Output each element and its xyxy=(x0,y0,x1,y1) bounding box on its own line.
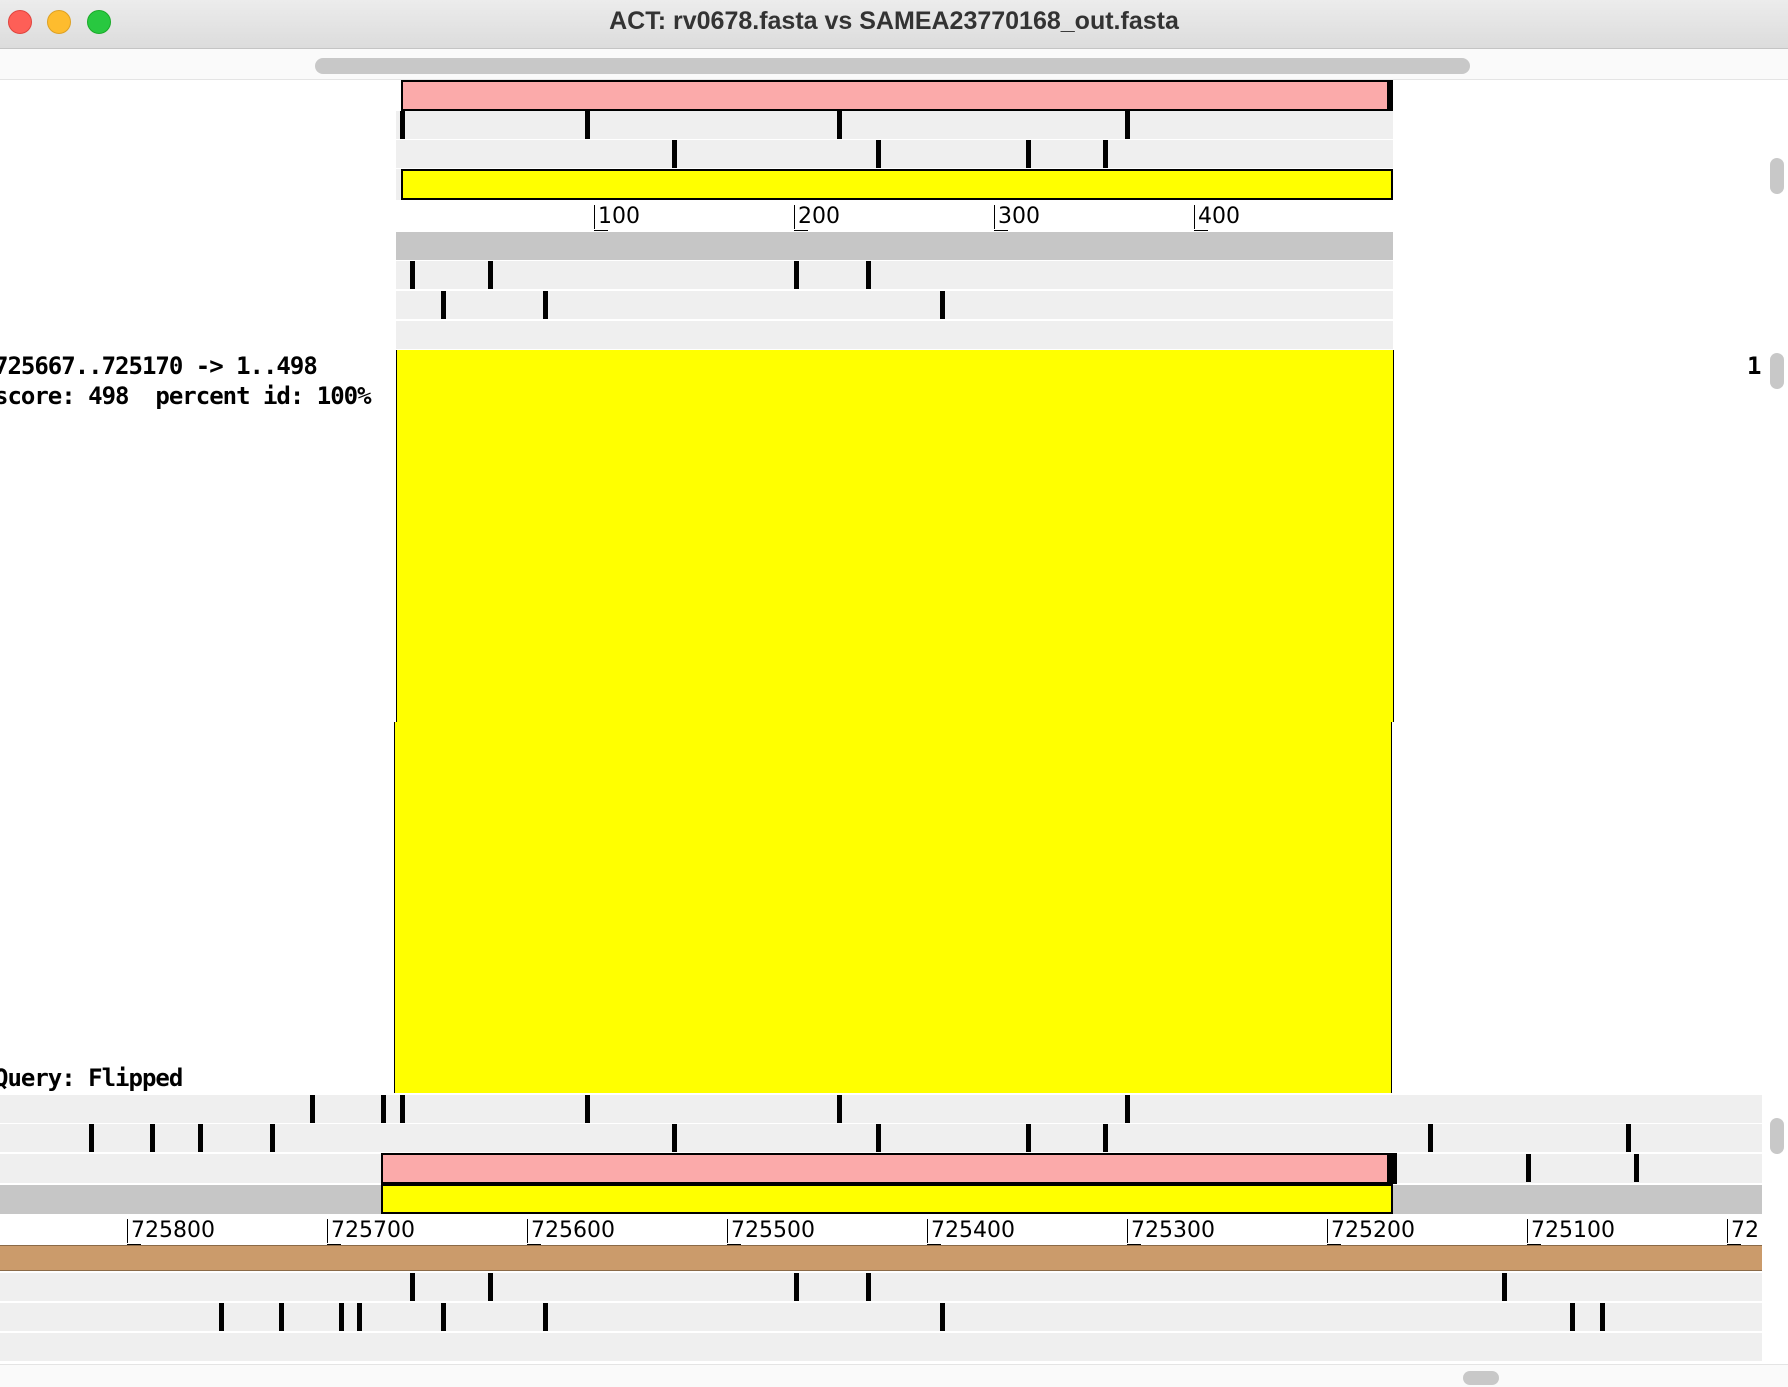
stop-codon-mark xyxy=(410,261,415,289)
bottom-frame-track-2 xyxy=(0,1124,1762,1152)
stop-codon-mark xyxy=(1026,1124,1031,1152)
stop-codon-mark xyxy=(1570,1303,1575,1331)
stop-codon-mark xyxy=(1626,1124,1631,1152)
stop-codon-mark xyxy=(1103,140,1108,168)
stop-codon-mark xyxy=(441,291,446,319)
ruler-tick-label: 725800 xyxy=(127,1219,215,1245)
top-dna-track xyxy=(396,232,1393,260)
ruler-tick-label: 725500 xyxy=(727,1219,815,1245)
ruler-tick-label: 725300 xyxy=(1127,1219,1215,1245)
bottom-vertical-scroll-thumb[interactable] xyxy=(1770,1118,1784,1154)
bottom-reverse-frame-track-1 xyxy=(0,1273,1762,1301)
match-score: score: 498 percent id: 100% xyxy=(0,382,372,410)
ruler-tick-label: 400 xyxy=(1194,205,1240,231)
match-block[interactable] xyxy=(394,722,1391,1093)
stop-codon-mark xyxy=(1428,1124,1433,1152)
match-edge xyxy=(394,722,395,1093)
stop-codon-mark xyxy=(310,1095,315,1123)
stop-codon-mark xyxy=(940,291,945,319)
stop-codon-mark xyxy=(672,1124,677,1152)
ruler-tick-label: 300 xyxy=(994,205,1040,231)
bottom-reverse-frame-track-2 xyxy=(0,1303,1762,1331)
stop-codon-mark xyxy=(672,140,677,168)
window-title: ACT: rv0678.fasta vs SAMEA23770168_out.f… xyxy=(609,7,1179,35)
stop-codon-mark xyxy=(89,1124,94,1152)
bottom-match-feature[interactable] xyxy=(381,1184,1393,1214)
stop-codon-mark xyxy=(441,1303,446,1331)
stop-codon-mark xyxy=(381,1095,386,1123)
match-edge xyxy=(1391,722,1392,1093)
top-match-feature[interactable] xyxy=(401,169,1393,200)
top-vertical-scroll-thumb[interactable] xyxy=(1770,158,1784,194)
match-edge xyxy=(396,350,397,722)
bottom-reverse-frame-track-3 xyxy=(0,1333,1762,1361)
stop-codon-mark xyxy=(1502,1273,1507,1301)
stop-codon-mark xyxy=(198,1124,203,1152)
match-block[interactable] xyxy=(396,350,1393,722)
top-horizontal-scroll-thumb[interactable] xyxy=(315,58,1470,74)
stop-codon-mark xyxy=(1600,1303,1605,1331)
stop-codon-mark xyxy=(585,111,590,139)
sequence-bar[interactable] xyxy=(0,1245,1762,1271)
stop-codon-mark xyxy=(488,1273,493,1301)
stop-codon-mark xyxy=(876,140,881,168)
top-cds-end-marker xyxy=(1387,80,1393,111)
ruler-tick-label: 100 xyxy=(594,205,640,231)
ruler-tick-label: 725400 xyxy=(927,1219,1015,1245)
stop-codon-mark xyxy=(794,261,799,289)
ruler-tick-label: 725700 xyxy=(327,1219,415,1245)
top-cds-feature[interactable] xyxy=(401,80,1393,111)
stop-codon-mark xyxy=(837,1095,842,1123)
stop-codon-mark xyxy=(940,1303,945,1331)
stop-codon-mark xyxy=(1125,1095,1130,1123)
bottom-frame-track-1 xyxy=(0,1095,1762,1123)
ruler-tick-label: 725600 xyxy=(527,1219,615,1245)
stop-codon-mark xyxy=(794,1273,799,1301)
bottom-cds-feature[interactable] xyxy=(381,1153,1394,1184)
stop-codon-mark xyxy=(357,1303,362,1331)
match-coordinates: 725667..725170 -> 1..498 xyxy=(0,352,318,380)
stop-codon-mark xyxy=(1026,140,1031,168)
match-edge xyxy=(1393,350,1394,722)
bottom-cds-end-marker xyxy=(1387,1153,1397,1184)
stop-codon-mark xyxy=(1125,111,1130,139)
stop-codon-mark xyxy=(150,1124,155,1152)
stop-codon-mark xyxy=(543,1303,548,1331)
right-marker: 1 xyxy=(1747,352,1761,380)
stop-codon-mark xyxy=(410,1273,415,1301)
stop-codon-mark xyxy=(339,1303,344,1331)
stop-codon-mark xyxy=(876,1124,881,1152)
stop-codon-mark xyxy=(837,111,842,139)
ruler-tick-label: 200 xyxy=(794,205,840,231)
top-reverse-frame-track-1 xyxy=(396,261,1393,289)
stop-codon-mark xyxy=(585,1095,590,1123)
stop-codon-mark xyxy=(866,1273,871,1301)
stop-codon-mark xyxy=(543,291,548,319)
ruler-tick-label: 725100 xyxy=(1527,1219,1615,1245)
top-reverse-frame-track-3 xyxy=(396,321,1393,349)
ruler-tick-label: 725200 xyxy=(1327,1219,1415,1245)
stop-codon-mark xyxy=(400,1095,405,1123)
top-frame-track-2 xyxy=(396,140,1393,168)
middle-vertical-scroll-thumb[interactable] xyxy=(1770,353,1784,389)
ruler-tick-label: 72 xyxy=(1727,1219,1759,1245)
stop-codon-mark xyxy=(279,1303,284,1331)
stop-codon-mark xyxy=(866,261,871,289)
bottom-horizontal-scrollbar[interactable] xyxy=(0,1364,1788,1387)
stop-codon-mark xyxy=(1634,1154,1639,1182)
stop-codon-mark xyxy=(219,1303,224,1331)
query-status: Query: Flipped xyxy=(0,1064,183,1092)
stop-codon-mark xyxy=(1526,1154,1531,1182)
stop-codon-mark xyxy=(1103,1124,1108,1152)
stop-codon-mark xyxy=(270,1124,275,1152)
stop-codon-mark xyxy=(488,261,493,289)
stop-codon-mark xyxy=(400,111,405,139)
bottom-horizontal-scroll-thumb[interactable] xyxy=(1463,1371,1499,1385)
top-frame-track-1 xyxy=(396,111,1393,139)
